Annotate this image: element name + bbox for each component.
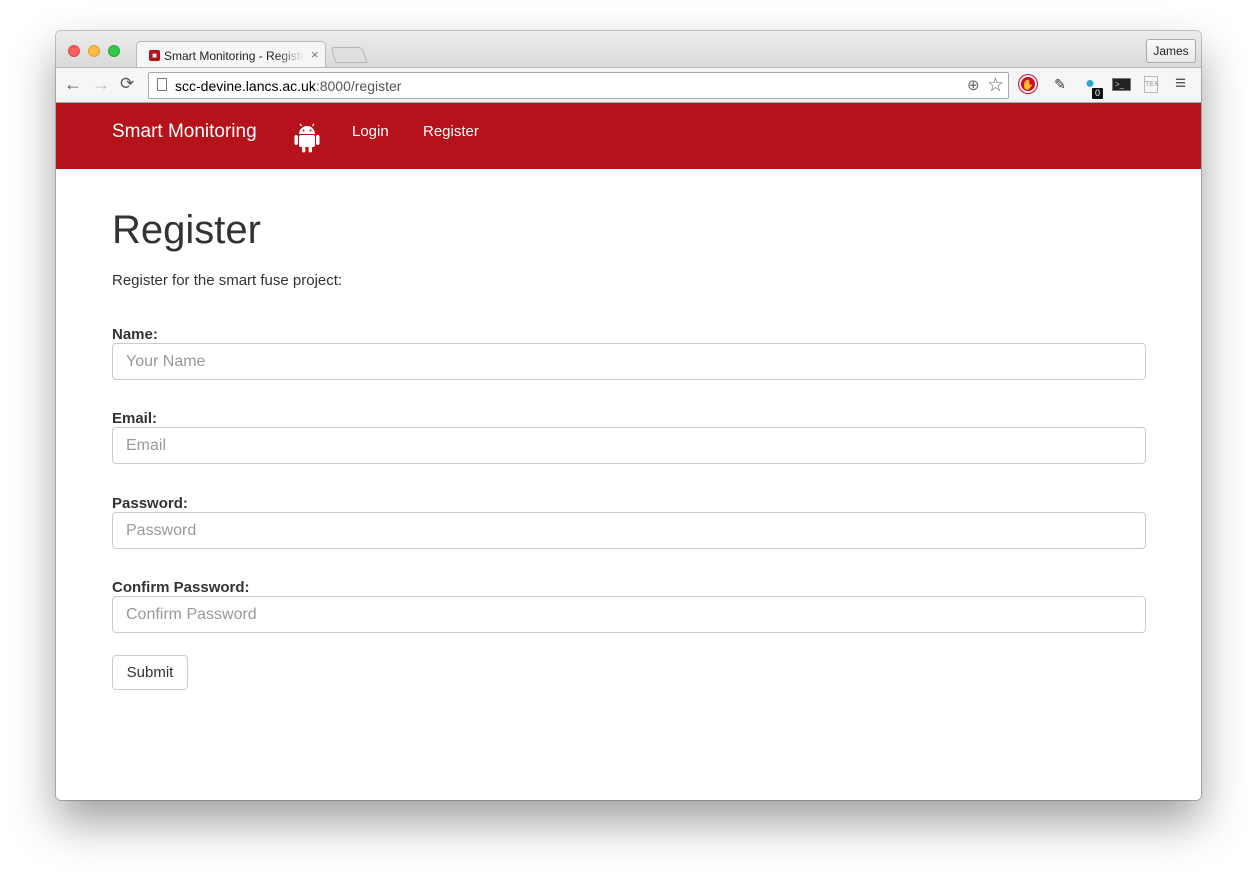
bookmark-star-icon[interactable]: ☆ bbox=[987, 74, 1004, 97]
email-label: Email: bbox=[112, 410, 158, 427]
confirm-password-input[interactable] bbox=[112, 596, 1146, 633]
new-tab-button[interactable] bbox=[330, 47, 368, 63]
ghostery-badge: 0 bbox=[1092, 88, 1103, 99]
name-input[interactable] bbox=[112, 343, 1146, 380]
zoom-icon[interactable]: ⊕ bbox=[967, 76, 980, 94]
android-icon bbox=[294, 123, 320, 153]
email-input[interactable] bbox=[112, 427, 1146, 464]
tab-close-icon[interactable]: × bbox=[311, 47, 319, 62]
url-path: :8000/register bbox=[315, 78, 402, 94]
tex-extension-icon[interactable]: TEX bbox=[1144, 76, 1159, 93]
address-bar[interactable]: scc-devine.lancs.ac.uk:8000/register ⊕ ☆ bbox=[148, 72, 1009, 99]
chrome-menu-icon[interactable]: ≡ bbox=[1175, 73, 1186, 95]
browser-tab[interactable]: ■ Smart Monitoring - Register × bbox=[136, 41, 326, 68]
site-navbar: Smart Monitoring Login Register bbox=[56, 103, 1201, 169]
name-label: Name: bbox=[112, 326, 158, 343]
password-input[interactable] bbox=[112, 512, 1146, 549]
forward-arrow-icon[interactable]: → bbox=[92, 74, 110, 94]
url-text[interactable]: scc-devine.lancs.ac.uk:8000/register bbox=[175, 78, 401, 94]
page-icon bbox=[157, 78, 167, 91]
stop-hand-extension-icon[interactable]: ✋ bbox=[1019, 75, 1037, 93]
main-content: Register Register for the smart fuse pro… bbox=[112, 207, 1146, 690]
nav-login-link[interactable]: Login bbox=[352, 123, 389, 140]
confirm-password-label: Confirm Password: bbox=[112, 579, 250, 596]
tab-title: Smart Monitoring - Register bbox=[164, 49, 304, 63]
browser-window: ■ Smart Monitoring - Register × James ← … bbox=[56, 31, 1201, 800]
back-arrow-icon[interactable]: ← bbox=[64, 74, 82, 94]
navbar-brand[interactable]: Smart Monitoring bbox=[112, 121, 257, 143]
window-zoom-button[interactable] bbox=[108, 45, 120, 57]
favicon-icon: ■ bbox=[149, 50, 160, 61]
page-title: Register bbox=[112, 208, 261, 252]
page-subtitle: Register for the smart fuse project: bbox=[112, 272, 343, 289]
submit-button[interactable]: Submit bbox=[112, 655, 188, 690]
reload-icon[interactable]: ⟳ bbox=[120, 74, 134, 94]
profile-button[interactable]: James bbox=[1146, 39, 1196, 63]
page-viewport: Smart Monitoring Login Register Register… bbox=[56, 103, 1201, 800]
terminal-extension-icon[interactable]: >_ bbox=[1112, 78, 1131, 91]
eyedropper-extension-icon[interactable]: ✎ bbox=[1051, 75, 1069, 93]
url-host: scc-devine.lancs.ac.uk bbox=[175, 78, 316, 94]
window-minimize-button[interactable] bbox=[88, 45, 100, 57]
title-bar: ■ Smart Monitoring - Register × James bbox=[56, 31, 1201, 68]
password-label: Password: bbox=[112, 495, 188, 512]
nav-register-link[interactable]: Register bbox=[423, 123, 479, 140]
browser-toolbar: ← → ⟳ scc-devine.lancs.ac.uk:8000/regist… bbox=[56, 67, 1201, 103]
window-close-button[interactable] bbox=[68, 45, 80, 57]
